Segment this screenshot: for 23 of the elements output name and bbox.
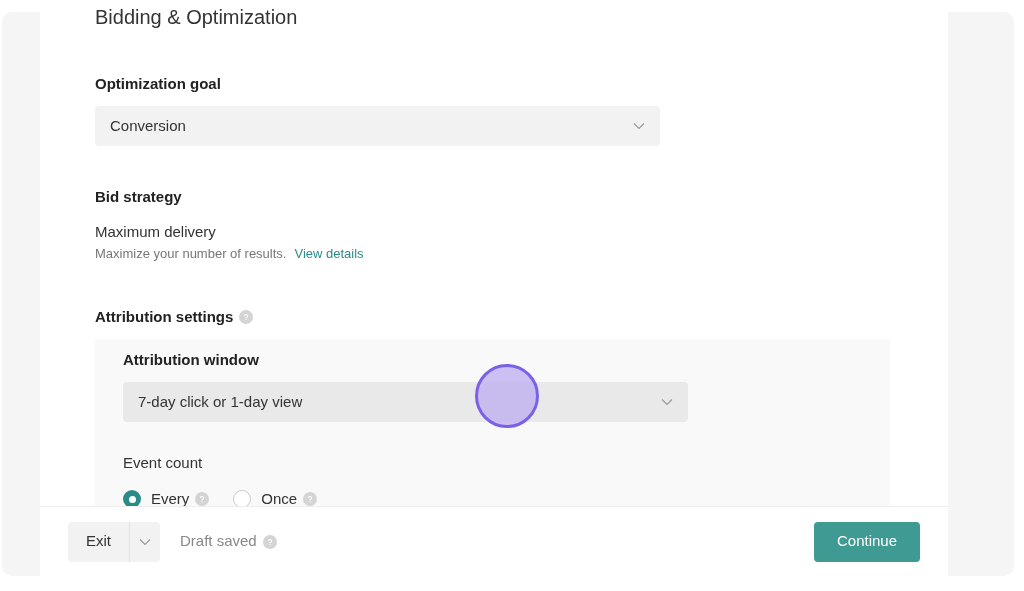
- field-label: Optimization goal: [95, 75, 222, 93]
- section-title: Bidding & Optimization: [95, 5, 299, 30]
- view-details-link[interactable]: View details: [294, 246, 364, 262]
- draft-status: Draft saved: [180, 531, 257, 552]
- help-icon[interactable]: [239, 310, 254, 324]
- radio-label: Once: [261, 489, 298, 506]
- chevron-down-icon: [139, 537, 151, 546]
- exit-button[interactable]: Exit: [68, 521, 130, 562]
- help-icon[interactable]: [303, 492, 318, 506]
- attribution-window-select[interactable]: 7-day click or 1-day view: [123, 382, 688, 422]
- bid-strategy-description: Maximize your number of results.: [95, 246, 287, 262]
- chevron-down-icon: [633, 122, 645, 130]
- optimization-goal-select[interactable]: Conversion: [95, 106, 660, 146]
- field-label: Bid strategy: [95, 188, 183, 206]
- radio-button[interactable]: [233, 490, 252, 506]
- help-icon[interactable]: [262, 534, 277, 549]
- radio-button[interactable]: [123, 490, 141, 506]
- field-label: Event count: [123, 454, 204, 472]
- help-icon[interactable]: [195, 492, 210, 506]
- chevron-down-icon: [661, 398, 673, 406]
- field-label: Attribution window: [123, 351, 260, 369]
- bid-strategy-value: Maximum delivery: [95, 223, 217, 241]
- field-label: Attribution settings: [95, 308, 234, 326]
